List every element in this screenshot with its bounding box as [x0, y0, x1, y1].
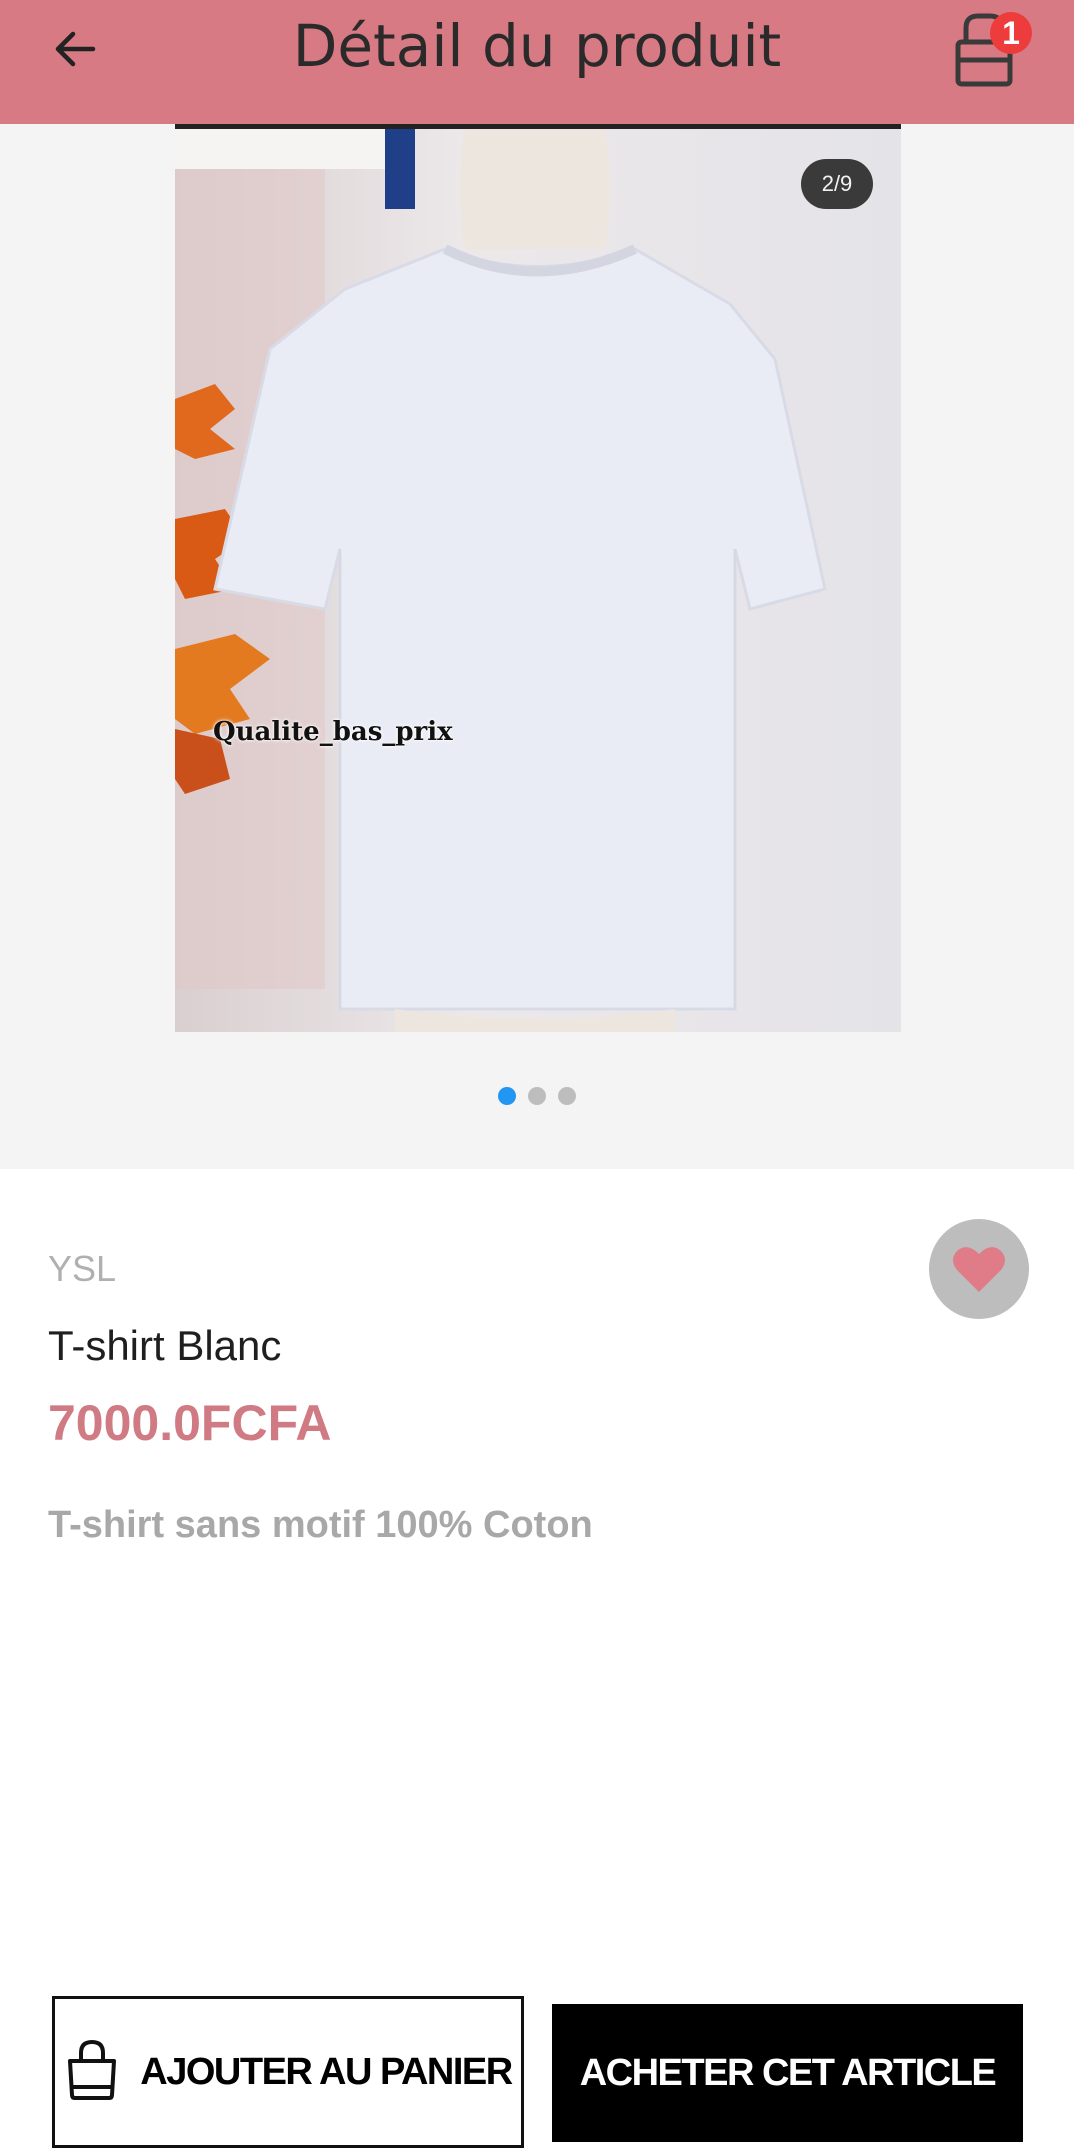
image-counter: 2/9: [801, 159, 873, 209]
cart-count-badge: 1: [990, 12, 1032, 54]
shopping-bag-icon: [68, 2039, 117, 2100]
pagination-dot[interactable]: [498, 1087, 516, 1105]
pagination-dot[interactable]: [528, 1087, 546, 1105]
product-description: T-shirt sans motif 100% Coton: [48, 1504, 593, 1546]
image-watermark: Qualite_bas_prix: [213, 717, 453, 747]
tshirt-photo: [175, 129, 827, 1032]
product-name: T-shirt Blanc: [48, 1322, 282, 1369]
add-to-cart-button[interactable]: AJOUTER AU PANIER: [52, 1996, 524, 2148]
product-gallery[interactable]: 2/9 Qualite_bas_prix: [0, 124, 1074, 1169]
pagination-dot[interactable]: [558, 1087, 576, 1105]
product-price: 7000.0FCFA: [48, 1395, 332, 1451]
favorite-button[interactable]: [929, 1219, 1029, 1319]
cart-button[interactable]: 1: [946, 8, 1036, 88]
product-brand: YSL: [48, 1248, 117, 1289]
buy-now-button[interactable]: ACHETER CET ARTICLE: [552, 2004, 1023, 2142]
gallery-pagination: [0, 1087, 1074, 1105]
heart-icon: [953, 1247, 1005, 1292]
product-detail-screen: Détail du produit 1 2/9 Qualite_bas_prix…: [0, 0, 1074, 2148]
page-title: Détail du produit: [292, 12, 782, 80]
product-image[interactable]: 2/9 Qualite_bas_prix: [175, 124, 901, 1032]
add-to-cart-label: AJOUTER AU PANIER: [140, 2051, 513, 2093]
app-header: Détail du produit 1: [0, 0, 1074, 124]
buy-now-label: ACHETER CET ARTICLE: [579, 2051, 997, 2094]
